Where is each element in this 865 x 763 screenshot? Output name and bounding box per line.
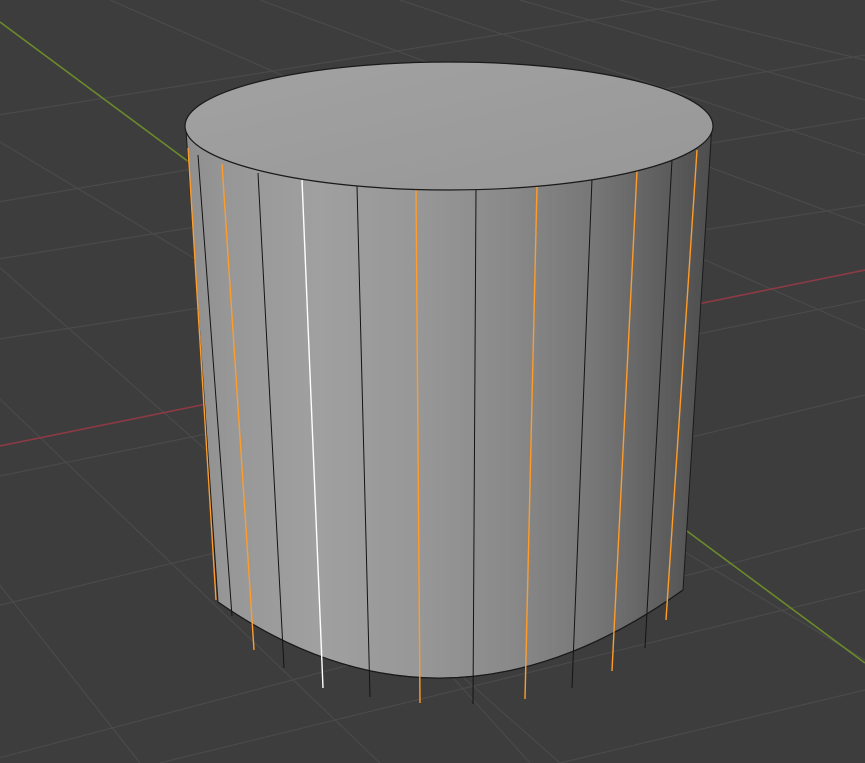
cylinder-top-face[interactable] <box>184 61 714 191</box>
cylinder-side-faces[interactable] <box>185 123 713 679</box>
cylinder-mesh[interactable] <box>184 61 714 705</box>
3d-viewport[interactable] <box>0 0 865 763</box>
